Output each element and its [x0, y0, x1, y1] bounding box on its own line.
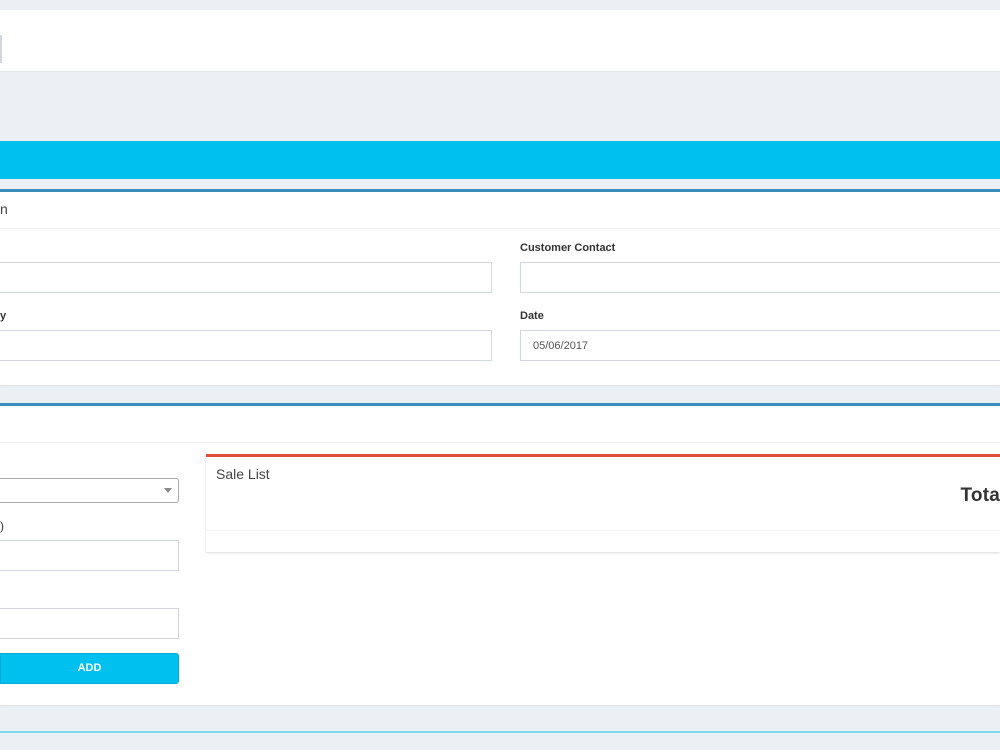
customer-info-title: n — [0, 201, 8, 217]
sale-box: ) ADD Sale List Tota — [0, 403, 1000, 705]
add-button[interactable]: ADD — [0, 653, 179, 684]
customer-city-input[interactable] — [0, 330, 492, 361]
date-input[interactable] — [520, 330, 1000, 361]
sale-list-header: Sale List Tota — [206, 457, 1000, 531]
bottom-box-edge — [0, 731, 1000, 750]
chevron-down-icon — [164, 488, 172, 493]
navbar-divider — [0, 35, 2, 63]
customer-contact-label: Customer Contact — [520, 242, 616, 254]
price-label: ) — [0, 519, 4, 533]
total-heading: Tota — [960, 485, 1000, 506]
product-select[interactable] — [0, 478, 179, 503]
sale-list-title: Sale List — [216, 466, 270, 482]
sale-list-box: Sale List Tota — [206, 454, 1000, 552]
top-navbar — [0, 10, 1000, 72]
customer-name-input[interactable] — [0, 262, 492, 293]
page: n Customer Contact y Date ) ADD Sale Lis… — [0, 0, 1000, 750]
sale-box-header — [0, 406, 1000, 443]
customer-info-header: n — [0, 192, 1000, 229]
customer-contact-input[interactable] — [520, 262, 1000, 293]
quantity-input[interactable] — [0, 608, 179, 639]
date-label: Date — [520, 310, 544, 322]
info-bar — [0, 141, 1000, 179]
price-input[interactable] — [0, 540, 179, 571]
customer-info-box: n Customer Contact y Date — [0, 189, 1000, 385]
customer-city-label: y — [0, 310, 7, 322]
